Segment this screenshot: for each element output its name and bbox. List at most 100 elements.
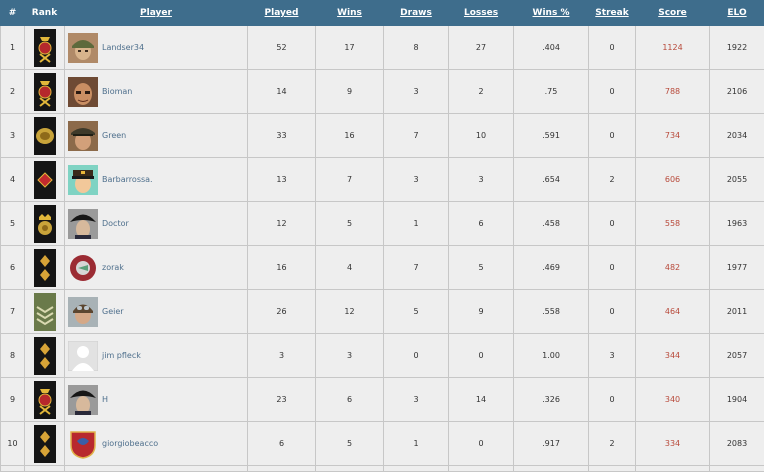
player-cell[interactable]: Barbarrossa. xyxy=(64,157,248,202)
row-num: 8 xyxy=(0,333,25,378)
rank-cell xyxy=(24,245,65,290)
player-name-link[interactable]: jim pfleck xyxy=(102,351,141,360)
played-cell: 6 xyxy=(247,421,316,466)
row-num: 4 xyxy=(0,157,25,202)
score-cell: 606 xyxy=(635,157,710,202)
pilot-avatar[interactable] xyxy=(68,296,98,327)
elo-cell: 2034 xyxy=(709,113,764,158)
draws-cell: 1 xyxy=(383,421,449,466)
wins-pct-cell: .326 xyxy=(513,377,589,422)
crown-wreath-icon xyxy=(33,204,56,243)
score-cell: 464 xyxy=(635,289,710,334)
col-streak-header[interactable]: Streak xyxy=(588,0,636,26)
player-name-link[interactable]: Landser34 xyxy=(102,43,144,52)
sort-draws-link[interactable]: Draws xyxy=(400,8,432,18)
bicorne-hat-avatar[interactable] xyxy=(68,384,98,415)
table-row: 9 H 23 6 3 14.326 0 340 1904 xyxy=(0,377,764,422)
player-cell[interactable]: Bioman xyxy=(64,69,248,114)
col-rank-header: Rank xyxy=(24,0,65,26)
round-red-emblem-avatar[interactable] xyxy=(68,252,98,283)
col-played-header[interactable]: Played xyxy=(247,0,316,26)
wins-pct-cell: .591 xyxy=(513,113,589,158)
face-portrait-avatar[interactable] xyxy=(68,76,98,107)
col-player-header[interactable]: Player xyxy=(64,0,248,26)
wins-cell: 4 xyxy=(315,245,384,290)
shield-crest-avatar[interactable] xyxy=(68,428,98,459)
col-losses-header[interactable]: Losses xyxy=(448,0,514,26)
wins-cell: 12 xyxy=(315,289,384,334)
bicorne-hat-avatar[interactable] xyxy=(68,208,98,239)
table-row-partial xyxy=(0,465,764,472)
sort-streak-link[interactable]: Streak xyxy=(595,8,628,18)
rank-cell xyxy=(24,377,65,422)
leaderboard-table: # Rank Player Played Wins Draws Losses W… xyxy=(0,0,764,472)
player-name-link[interactable]: Bioman xyxy=(102,87,132,96)
elo-cell: 1977 xyxy=(709,245,764,290)
draws-cell: 5 xyxy=(383,289,449,334)
default-user-avatar[interactable] xyxy=(67,340,99,371)
general-crossed-batons-icon xyxy=(33,28,56,67)
losses-cell: 0 xyxy=(448,421,514,466)
player-cell[interactable]: H xyxy=(64,377,248,422)
oak-wreath-icon xyxy=(33,116,56,155)
cartoon-officer-avatar[interactable] xyxy=(68,164,98,195)
losses-cell: 5 xyxy=(448,245,514,290)
row-num: 2 xyxy=(0,69,25,114)
sort-elo-link[interactable]: ELO xyxy=(727,8,746,18)
played-cell: 52 xyxy=(247,25,316,70)
wins-cell: 5 xyxy=(315,201,384,246)
player-cell[interactable]: Landser34 xyxy=(64,25,248,70)
streak-cell: 2 xyxy=(588,157,636,202)
row-num: 6 xyxy=(0,245,25,290)
officer-cap-avatar[interactable] xyxy=(68,120,98,151)
wins-pct-cell: .458 xyxy=(513,201,589,246)
sort-losses-link[interactable]: Losses xyxy=(464,8,498,18)
elo-cell: 2083 xyxy=(709,421,764,466)
row-num: 10 xyxy=(0,421,25,466)
player-name-link[interactable]: Geier xyxy=(102,307,124,316)
player-name-link[interactable]: H xyxy=(102,395,108,404)
table-row: 2 Bioman 14 9 3 2.75 0 788 2106 xyxy=(0,69,764,114)
score-cell: 734 xyxy=(635,113,710,158)
streak-cell: 0 xyxy=(588,25,636,70)
elo-cell: 1963 xyxy=(709,201,764,246)
sort-wins-pct-link[interactable]: Wins % xyxy=(533,8,570,18)
soldier-helmet-avatar[interactable] xyxy=(68,32,98,63)
col-wins-pct-header[interactable]: Wins % xyxy=(513,0,589,26)
player-cell[interactable]: Geier xyxy=(64,289,248,334)
two-diamonds-icon xyxy=(33,424,56,463)
rank-cell xyxy=(24,69,65,114)
row-num: 5 xyxy=(0,201,25,246)
player-name-link[interactable]: Barbarrossa. xyxy=(102,175,153,184)
col-score-header[interactable]: Score xyxy=(635,0,710,26)
player-name-link[interactable]: Green xyxy=(102,131,126,140)
col-elo-header[interactable]: ELO xyxy=(709,0,764,26)
player-cell[interactable]: Doctor xyxy=(64,201,248,246)
sort-wins-link[interactable]: Wins xyxy=(337,8,362,18)
col-wins-header[interactable]: Wins xyxy=(315,0,384,26)
col-draws-header[interactable]: Draws xyxy=(383,0,449,26)
general-crossed-batons-icon xyxy=(33,380,56,419)
sort-player-link[interactable]: Player xyxy=(140,8,172,18)
player-cell[interactable]: giorgiobeacco xyxy=(64,421,248,466)
played-cell: 12 xyxy=(247,201,316,246)
losses-cell: 0 xyxy=(448,333,514,378)
sort-score-link[interactable]: Score xyxy=(658,8,687,18)
draws-cell: 8 xyxy=(383,25,449,70)
row-num: 3 xyxy=(0,113,25,158)
draws-cell: 3 xyxy=(383,377,449,422)
table-row: 6 zorak 16 4 7 5.469 0 482 1977 xyxy=(0,245,764,290)
played-cell: 3 xyxy=(247,333,316,378)
player-cell[interactable]: jim pfleck xyxy=(64,333,248,378)
losses-cell: 14 xyxy=(448,377,514,422)
score-cell: 340 xyxy=(635,377,710,422)
player-cell[interactable]: Green xyxy=(64,113,248,158)
streak-cell: 0 xyxy=(588,377,636,422)
draws-cell: 0 xyxy=(383,333,449,378)
player-name-link[interactable]: giorgiobeacco xyxy=(102,439,158,448)
player-name-link[interactable]: Doctor xyxy=(102,219,129,228)
player-name-link[interactable]: zorak xyxy=(102,263,124,272)
player-cell[interactable]: zorak xyxy=(64,245,248,290)
sort-played-link[interactable]: Played xyxy=(265,8,299,18)
played-cell: 13 xyxy=(247,157,316,202)
